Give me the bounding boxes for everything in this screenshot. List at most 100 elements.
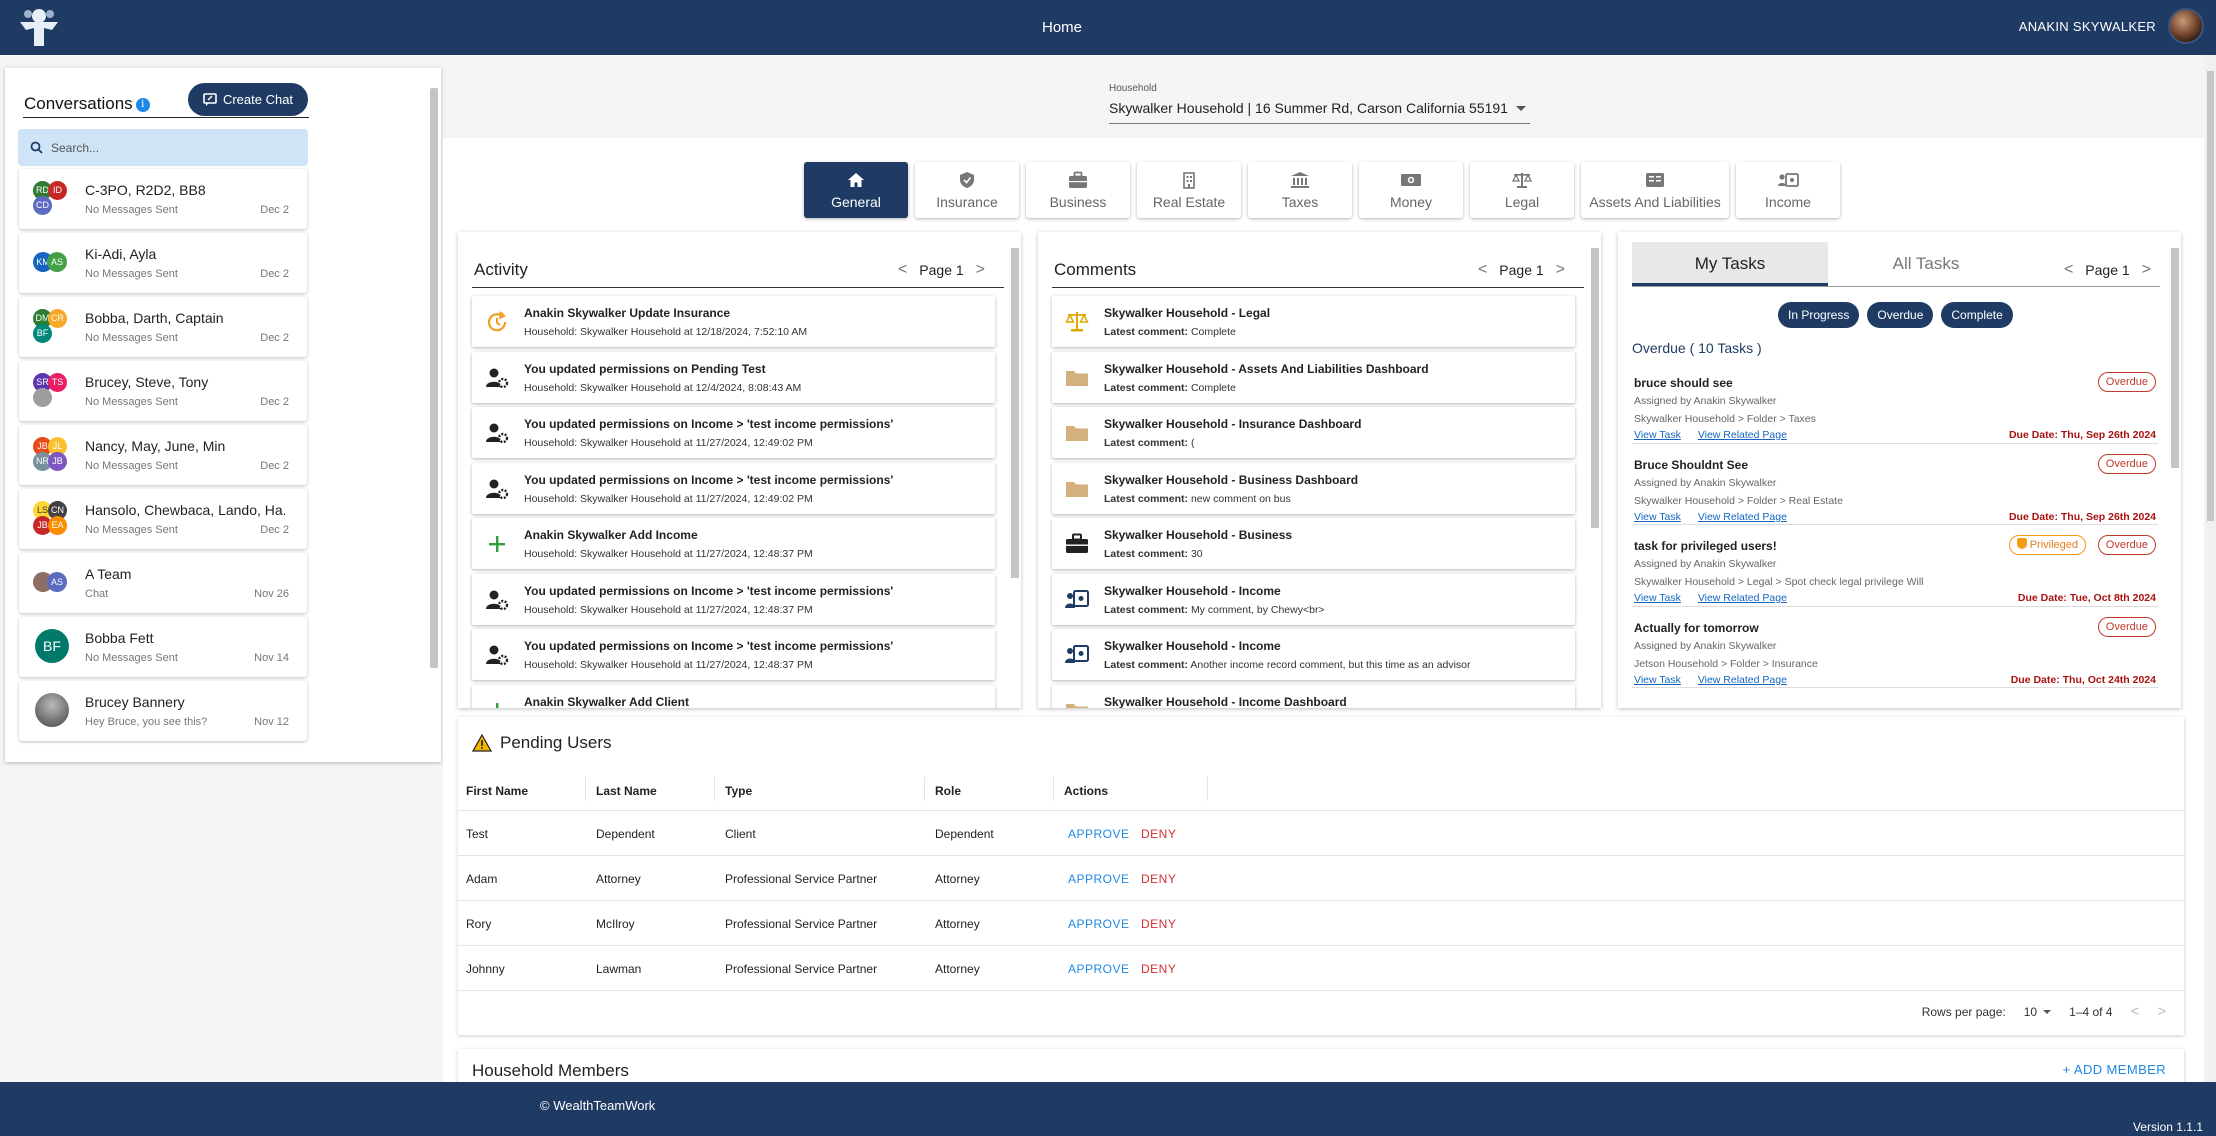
rows-per-page-select[interactable]: 10 [2024,1005,2052,1019]
view-task-link[interactable]: View Task [1634,592,1681,604]
scrollbar-thumb[interactable] [1591,248,1599,528]
activity-item-title: You updated permissions on Income > 'tes… [524,417,894,431]
rows-per-page-label: Rows per page: [1921,1004,2006,1019]
activity-item[interactable]: Anakin Skywalker Add Client [472,684,995,709]
filter-complete[interactable]: Complete [1941,302,2013,328]
activity-item-title: Anakin Skywalker Add Client [524,694,689,709]
scrollbar[interactable] [1591,234,1599,704]
activity-item[interactable]: You updated permissions on Income > 'tes… [472,629,995,680]
scrollbar-thumb[interactable] [2207,71,2214,521]
scrollbar[interactable] [2171,234,2179,704]
view-task-link[interactable]: View Task [1634,429,1681,441]
tab-legal[interactable]: Legal [1470,162,1574,218]
money-icon [1401,174,1421,186]
add-member-button[interactable]: + ADD MEMBER [2063,1062,2166,1077]
prev-page-icon[interactable]: < [2064,261,2073,279]
scrollbar[interactable] [1011,234,1019,704]
view-related-page-link[interactable]: View Related Page [1698,511,1787,523]
comments-pager: < Page 1 > [1478,261,1565,279]
next-page-icon[interactable]: > [976,261,985,279]
conversation-item[interactable]: SR TS Brucey, Steve, Tony No Messages Se… [19,361,307,421]
column-header[interactable]: Last Name [596,784,657,798]
tab-my-tasks[interactable]: My Tasks [1632,242,1828,286]
conversation-item[interactable]: LS CN JB EA Hansolo, Chewbaca, Lando, Ha… [19,489,307,549]
deny-button[interactable]: DENY [1141,962,1176,976]
conversation-item[interactable]: AS A Team Chat Nov 26 [19,553,307,613]
comment-item[interactable]: Skywalker Household - Income Latest comm… [1052,573,1575,625]
comment-item[interactable]: Skywalker Household - Insurance Dashboar… [1052,407,1575,458]
activity-item[interactable]: Anakin Skywalker Update Insurance Househ… [472,296,995,347]
next-page-icon[interactable]: > [1556,261,1565,279]
next-page-icon[interactable]: > [2157,1003,2166,1020]
deny-button[interactable]: DENY [1141,827,1176,841]
task-path: Skywalker Household > Legal > Spot check… [1634,576,1924,588]
tab-insurance[interactable]: Insurance [915,162,1019,218]
tab-assets-and-liabilities[interactable]: Assets And Liabilities [1581,162,1729,218]
prev-page-icon[interactable]: < [2130,1003,2139,1020]
deny-button[interactable]: DENY [1141,917,1176,931]
deny-button[interactable]: DENY [1141,872,1176,886]
approve-button[interactable]: APPROVE [1068,917,1130,931]
conversation-item[interactable]: BF Bobba Fett No Messages Sent Nov 14 [19,617,307,677]
tab-all-tasks[interactable]: All Tasks [1828,242,2024,286]
tab-general[interactable]: General [804,162,908,218]
view-related-page-link[interactable]: View Related Page [1698,592,1787,604]
column-header[interactable]: Role [935,784,961,798]
tab-real-estate[interactable]: Real Estate [1137,162,1241,218]
prev-page-icon[interactable]: < [1478,261,1487,279]
conversation-item[interactable]: Brucey Bannery Hey Bruce, you see this? … [19,681,307,741]
task-due-date: Due Date: Thu, Sep 26th 2024 [2008,510,2156,523]
prev-page-icon[interactable]: < [898,261,907,279]
comment-item-latest: Latest comment: ( [1104,437,1194,449]
view-task-link[interactable]: View Task [1634,674,1681,686]
column-header[interactable]: Type [725,784,752,798]
column-header[interactable]: First Name [466,784,528,798]
info-icon[interactable]: i [135,98,150,112]
user-avatar[interactable] [2168,8,2204,44]
activity-item[interactable]: You updated permissions on Income > 'tes… [472,407,995,458]
activity-item[interactable]: Anakin Skywalker Add Income Household: S… [472,518,995,569]
create-chat-button[interactable]: Create Chat [188,83,308,116]
view-task-link[interactable]: View Task [1634,511,1681,523]
scrollbar-thumb[interactable] [2171,248,2179,468]
tab-taxes[interactable]: Taxes [1248,162,1352,218]
pending-users-card: Pending Users First Name Last Name Type … [458,717,2184,1035]
tab-money[interactable]: Money [1359,162,1463,218]
page-scrollbar[interactable] [2205,55,2216,1082]
scrollbar-thumb[interactable] [430,88,438,668]
comment-item[interactable]: Skywalker Household - Income Latest comm… [1052,629,1575,680]
comment-item[interactable]: Skywalker Household - Business Dashboard… [1052,462,1575,514]
user-name[interactable]: ANAKIN SKYWALKER [2019,19,2156,34]
comment-item[interactable]: Skywalker Household - Legal Latest comme… [1052,296,1575,347]
search-input[interactable]: Search... [18,129,308,166]
tab-business[interactable]: Business [1026,162,1130,218]
role-cell: Dependent [935,827,994,841]
filter-in-progress[interactable]: In Progress [1778,302,1860,328]
conversation-item[interactable]: RD ID CD C-3PO, R2D2, BB8 No Messages Se… [19,169,307,229]
activity-item[interactable]: You updated permissions on Income > 'tes… [472,573,995,625]
conversation-item[interactable]: DM CR BF Bobba, Darth, Captain No Messag… [19,297,307,357]
next-page-icon[interactable]: > [2142,261,2151,279]
view-related-page-link[interactable]: View Related Page [1698,429,1787,441]
activity-item[interactable]: You updated permissions on Pending Test … [472,351,995,403]
filter-overdue[interactable]: Overdue [1867,302,1934,328]
conversation-item[interactable]: JB JL NR JB Nancy, May, June, Min No Mes… [19,425,307,485]
household-select[interactable]: Skywalker Household | 16 Summer Rd, Cars… [1109,100,1530,124]
conversation-date: Dec 2 [260,204,289,216]
comment-item[interactable]: Skywalker Household - Business Latest co… [1052,518,1575,569]
approve-button[interactable]: APPROVE [1068,872,1130,886]
activity-item-subtitle: Household: Skywalker Household at 12/18/… [524,326,808,338]
view-related-page-link[interactable]: View Related Page [1698,674,1787,686]
approve-button[interactable]: APPROVE [1068,962,1130,976]
scrollbar-thumb[interactable] [1011,248,1019,578]
conversation-date: Dec 2 [260,460,289,472]
approve-button[interactable]: APPROVE [1068,827,1130,841]
scrollbar[interactable] [430,78,438,678]
comment-item[interactable]: Skywalker Household - Income Dashboard [1052,684,1575,708]
activity-item[interactable]: You updated permissions on Income > 'tes… [472,462,995,514]
conversation-item[interactable]: KM AS Ki-Adi, Ayla No Messages Sent Dec … [19,233,307,293]
task-links: View Task View Related Page [1634,592,1801,604]
comment-item-title: Skywalker Household - Business Dashboard [1104,472,1359,487]
tab-income[interactable]: Income [1736,162,1840,218]
comment-item[interactable]: Skywalker Household - Assets And Liabili… [1052,351,1575,403]
